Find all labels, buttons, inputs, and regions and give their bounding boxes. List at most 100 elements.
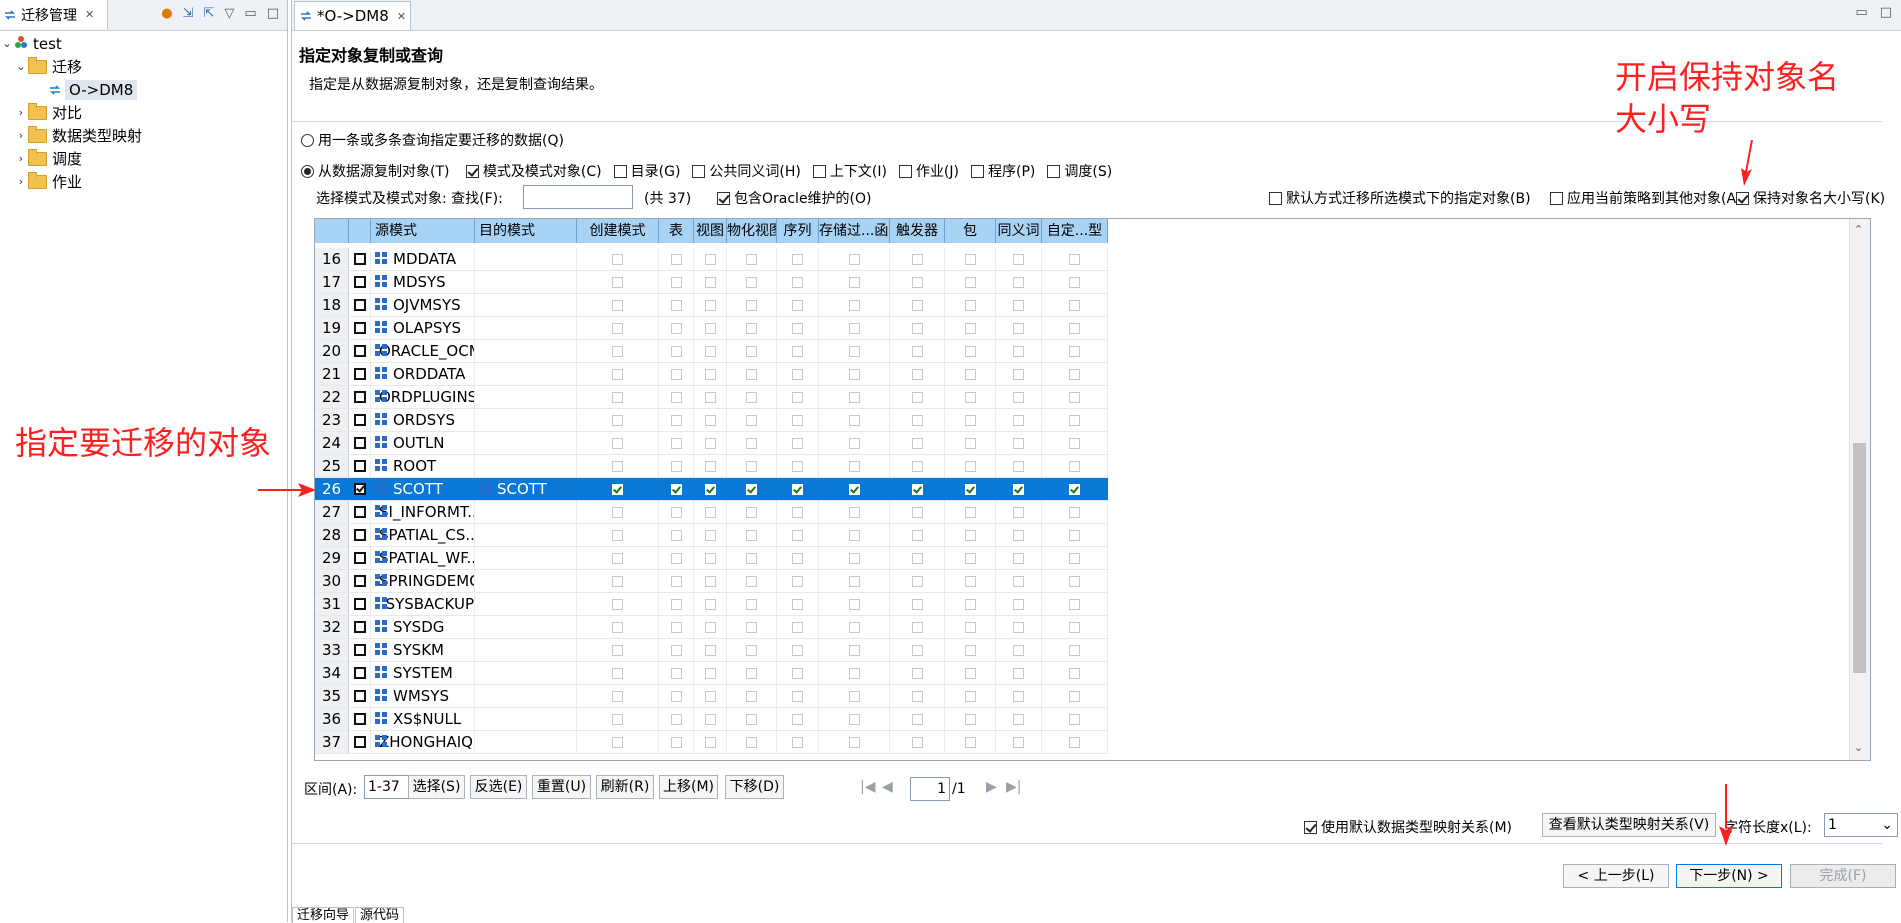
object-type-cell[interactable]	[945, 294, 996, 316]
object-type-cell[interactable]	[727, 570, 777, 592]
move-up-button[interactable]: 上移(M)	[659, 775, 718, 799]
object-type-checkbox[interactable]	[746, 690, 757, 702]
object-type-cell[interactable]	[727, 294, 777, 316]
object-type-checkbox[interactable]	[670, 437, 682, 449]
object-type-checkbox[interactable]	[612, 736, 623, 748]
row-select-cell[interactable]	[349, 524, 371, 546]
object-type-checkbox[interactable]	[670, 460, 682, 472]
object-type-checkbox[interactable]	[1069, 552, 1080, 564]
page-input[interactable]: 1	[910, 777, 950, 801]
object-type-checkbox[interactable]	[670, 621, 682, 633]
object-type-cell[interactable]	[727, 248, 777, 270]
radio-button[interactable]	[301, 165, 314, 178]
object-type-checkbox[interactable]	[792, 299, 803, 311]
object-type-checkbox[interactable]	[792, 621, 803, 633]
object-type-checkbox[interactable]	[964, 437, 976, 449]
object-type-cell[interactable]	[577, 662, 659, 684]
move-down-button[interactable]: 下移(D)	[725, 775, 784, 799]
object-type-checkbox[interactable]	[746, 460, 757, 472]
next-page-icon[interactable]: ▶	[986, 779, 997, 795]
object-type-checkbox[interactable]	[911, 414, 923, 426]
object-type-cell[interactable]	[890, 294, 945, 316]
object-type-checkbox[interactable]	[1069, 690, 1080, 702]
object-type-checkbox[interactable]	[911, 644, 923, 656]
object-type-checkbox[interactable]	[1069, 483, 1080, 495]
object-type-checkbox[interactable]	[911, 506, 923, 518]
row-checkbox[interactable]	[353, 276, 366, 288]
source-schema-cell[interactable]: WMSYS	[371, 685, 475, 707]
object-type-cell[interactable]	[996, 248, 1042, 270]
option-item[interactable]: 作业(J)	[898, 164, 959, 180]
object-type-checkbox[interactable]	[1013, 690, 1024, 702]
checkbox[interactable]	[1736, 192, 1749, 205]
object-type-checkbox[interactable]	[792, 276, 803, 288]
object-type-cell[interactable]	[819, 386, 890, 408]
row-select-cell[interactable]	[349, 432, 371, 454]
object-type-cell[interactable]	[890, 409, 945, 431]
object-type-checkbox[interactable]	[911, 299, 923, 311]
object-type-checkbox[interactable]	[704, 506, 716, 518]
object-type-checkbox[interactable]	[670, 575, 682, 587]
object-type-checkbox[interactable]	[1013, 414, 1024, 426]
object-type-cell[interactable]	[890, 478, 945, 500]
object-type-cell[interactable]	[945, 731, 996, 753]
scroll-up-icon[interactable]: ⌃	[1854, 223, 1863, 236]
object-type-checkbox[interactable]	[612, 437, 623, 449]
object-type-checkbox[interactable]	[964, 690, 976, 702]
object-type-checkbox[interactable]	[746, 414, 757, 426]
object-type-checkbox[interactable]	[792, 713, 803, 725]
object-type-cell[interactable]	[659, 501, 694, 523]
object-type-cell[interactable]	[1042, 616, 1108, 638]
object-type-checkbox[interactable]	[964, 299, 976, 311]
object-type-cell[interactable]	[819, 248, 890, 270]
object-type-checkbox[interactable]	[848, 253, 860, 265]
object-type-checkbox[interactable]	[964, 276, 976, 288]
object-type-checkbox[interactable]	[848, 690, 860, 702]
object-type-checkbox[interactable]	[612, 460, 623, 472]
object-type-cell[interactable]	[996, 409, 1042, 431]
finish-button[interactable]: 完成(F)	[1790, 864, 1896, 888]
object-type-cell[interactable]	[727, 432, 777, 454]
object-type-cell[interactable]	[890, 616, 945, 638]
row-select-cell[interactable]	[349, 248, 371, 270]
object-type-cell[interactable]	[694, 685, 727, 707]
object-type-checkbox[interactable]	[848, 621, 860, 633]
table-row[interactable]: 35 WMSYS	[315, 685, 1108, 708]
row-checkbox[interactable]	[353, 391, 366, 403]
object-type-cell[interactable]	[996, 340, 1042, 362]
object-type-cell[interactable]	[727, 455, 777, 477]
object-type-cell[interactable]	[1042, 524, 1108, 546]
object-type-checkbox[interactable]	[911, 598, 923, 610]
object-type-cell[interactable]	[890, 317, 945, 339]
object-type-checkbox[interactable]	[612, 253, 623, 265]
maximize-icon[interactable]: □	[267, 6, 279, 21]
object-type-cell[interactable]	[996, 294, 1042, 316]
table-row[interactable]: 18 OJVMSYS	[315, 294, 1108, 317]
object-type-cell[interactable]	[694, 731, 727, 753]
object-type-checkbox[interactable]	[848, 644, 860, 656]
export-icon[interactable]: ⇱	[204, 6, 215, 21]
object-type-cell[interactable]	[694, 570, 727, 592]
object-type-checkbox[interactable]	[612, 506, 623, 518]
object-type-checkbox[interactable]	[704, 368, 716, 380]
object-type-cell[interactable]	[945, 455, 996, 477]
object-type-checkbox[interactable]	[1013, 506, 1024, 518]
object-type-cell[interactable]	[694, 547, 727, 569]
object-type-cell[interactable]	[694, 593, 727, 615]
target-schema-cell[interactable]	[475, 593, 577, 615]
tree-item-o-dm8[interactable]: O->DM8	[0, 78, 287, 101]
import-icon[interactable]: ⇲	[183, 6, 194, 21]
object-type-checkbox[interactable]	[612, 552, 623, 564]
object-type-cell[interactable]	[694, 616, 727, 638]
object-type-checkbox[interactable]	[848, 598, 860, 610]
object-type-checkbox[interactable]	[1069, 276, 1080, 288]
object-type-cell[interactable]	[777, 639, 819, 661]
object-type-cell[interactable]	[659, 685, 694, 707]
object-type-checkbox[interactable]	[704, 437, 716, 449]
object-type-checkbox[interactable]	[1069, 621, 1080, 633]
object-type-checkbox[interactable]	[1069, 506, 1080, 518]
next-button[interactable]: 下一步(N) >	[1676, 864, 1782, 888]
close-icon[interactable]: ✕	[397, 10, 406, 23]
object-type-checkbox[interactable]	[1069, 299, 1080, 311]
object-type-checkbox[interactable]	[1013, 276, 1024, 288]
